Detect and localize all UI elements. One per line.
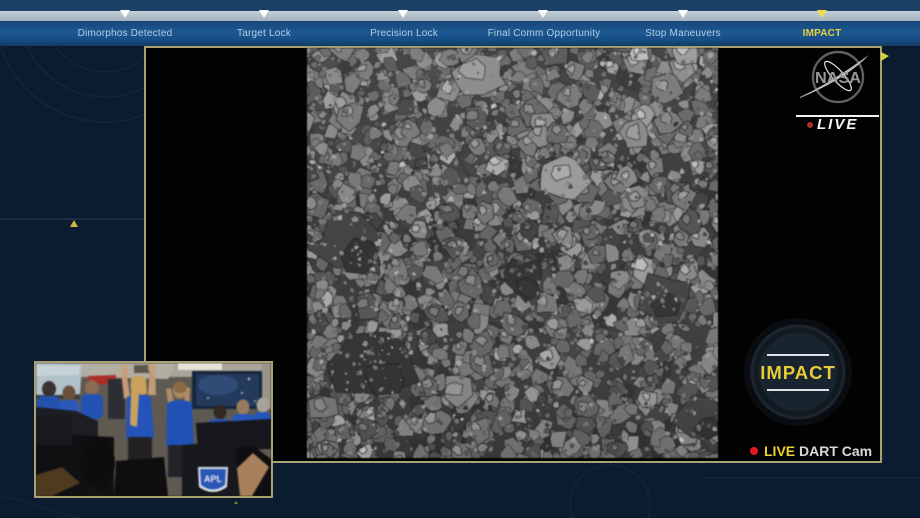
- svg-text:APL: APL: [204, 474, 223, 484]
- svg-text:NASA: NASA: [815, 70, 861, 87]
